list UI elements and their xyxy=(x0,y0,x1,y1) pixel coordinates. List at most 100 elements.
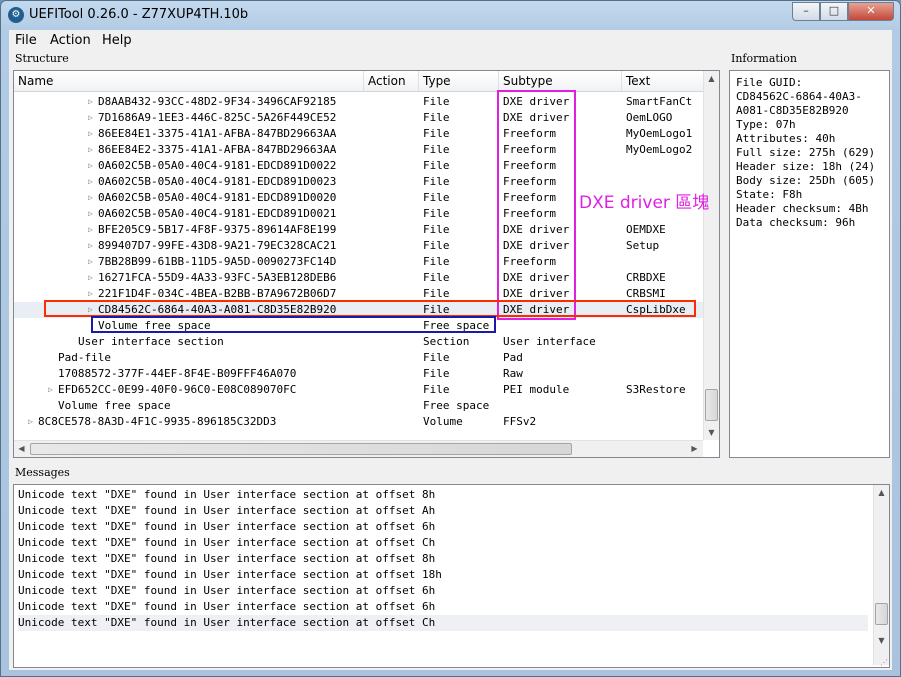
tree-cell-name: User interface section xyxy=(78,335,224,348)
info-line: Header size: 18h (24) xyxy=(736,160,876,173)
expand-arrow-icon[interactable]: ▷ xyxy=(88,142,93,158)
message-line[interactable]: Unicode text "DXE" found in User interfa… xyxy=(18,599,435,615)
column-header-type[interactable]: Type xyxy=(419,71,499,91)
tree-vertical-scrollbar[interactable]: ▲ ▼ xyxy=(703,71,719,440)
tree-cell-type: File xyxy=(423,223,450,236)
minimize-button[interactable]: – xyxy=(792,2,820,21)
scroll-down-arrow-icon[interactable]: ▼ xyxy=(704,425,719,440)
tree-row[interactable]: ▷ 7D1686A9-1EE3-446C-825C-5A26F449CE52 Fil… xyxy=(14,110,703,126)
title-bar[interactable]: ⚙ UEFITool 0.26.0 - Z77XUP4TH.10b – □ ✕ xyxy=(1,1,900,29)
message-line[interactable]: Unicode text "DXE" found in User interfa… xyxy=(18,567,442,583)
message-line[interactable]: Unicode text "DXE" found in User interfa… xyxy=(18,503,435,519)
tree-cell-text: MyOemLogo1 xyxy=(626,127,693,140)
scroll-up-arrow-icon[interactable]: ▲ xyxy=(704,71,719,86)
tree-cell-name: 7BB28B99-61BB-11D5-9A5D-0090273FC14D xyxy=(98,255,337,268)
tree-row[interactable]: Pad-file File Pad xyxy=(14,350,703,366)
menu-action[interactable]: Action xyxy=(50,33,91,48)
tree-row[interactable]: 17088572-377F-44EF-8F4E-B09FFF46A070 File… xyxy=(14,366,703,382)
column-header-subtype[interactable]: Subtype xyxy=(499,71,622,91)
expand-arrow-icon[interactable]: ▷ xyxy=(88,222,93,238)
scroll-left-arrow-icon[interactable]: ◀ xyxy=(14,441,29,456)
tree-cell-type: Free space xyxy=(423,399,490,412)
tree-horizontal-scrollbar[interactable]: ◀ ▶ xyxy=(14,440,703,457)
tree-row[interactable]: ▷ 899407D7-99FE-43D8-9A21-79EC328CAC21 Fil… xyxy=(14,238,703,254)
tree-scroll-thumb[interactable] xyxy=(705,389,718,421)
tree-row[interactable]: ▷ 7BB28B99-61BB-11D5-9A5D-0090273FC14D Fil… xyxy=(14,254,703,270)
tree-row[interactable]: ▷ EFD652CC-0E99-40F0-96C0-E08C089070FC Fil… xyxy=(14,382,703,398)
expand-arrow-icon[interactable]: ▷ xyxy=(88,94,93,110)
messages-vertical-scrollbar[interactable]: ▲ ▼ xyxy=(873,485,889,665)
expand-arrow-icon[interactable]: ▷ xyxy=(88,238,93,254)
expand-arrow-icon[interactable]: ▷ xyxy=(88,110,93,126)
column-header-action[interactable]: Action xyxy=(364,71,419,91)
tree-cell-type: File xyxy=(423,175,450,188)
close-button[interactable]: ✕ xyxy=(848,2,894,21)
tree-rows: ▷ D8AAB432-93CC-48D2-9F34-3496CAF92185 Fil… xyxy=(14,94,703,438)
menu-help[interactable]: Help xyxy=(102,33,132,48)
tree-row[interactable]: ▷ 0A602C5B-05A0-40C4-9181-EDCD891D0022 Fil… xyxy=(14,158,703,174)
tree-cell-name: 0A602C5B-05A0-40C4-9181-EDCD891D0022 xyxy=(98,159,337,172)
expand-arrow-icon[interactable]: ▷ xyxy=(88,270,93,286)
tree-cell-type: File xyxy=(423,95,450,108)
tree-cell-type: File xyxy=(423,207,450,220)
tree-cell-type: File xyxy=(423,111,450,124)
info-line: State: F8h xyxy=(736,188,803,201)
messages-scroll-thumb[interactable] xyxy=(875,603,888,625)
message-line[interactable]: Unicode text "DXE" found in User interfa… xyxy=(18,535,435,551)
tree-row[interactable]: ▷ 8C8CE578-8A3D-4F1C-9935-896185C32DD3 Vol… xyxy=(14,414,703,430)
messages-list[interactable]: ▲ ▼ Unicode text "DXE" found in User int… xyxy=(13,484,890,668)
message-line[interactable]: Unicode text "DXE" found in User interfa… xyxy=(18,519,435,535)
tree-cell-subtype: PEI module xyxy=(503,383,570,396)
structure-tree[interactable]: Name Action Type Subtype Text ▷ D8AAB432-… xyxy=(13,70,720,458)
dxe-driver-highlight-box xyxy=(497,90,576,320)
info-line: Header checksum: 4Bh xyxy=(736,202,869,215)
tree-row[interactable]: Volume free space Free space xyxy=(14,398,703,414)
message-line[interactable]: Unicode text "DXE" found in User interfa… xyxy=(18,487,435,503)
expand-arrow-icon[interactable]: ▷ xyxy=(88,190,93,206)
tree-hscroll-thumb[interactable] xyxy=(30,443,572,455)
tree-cell-subtype: FFSv2 xyxy=(503,415,537,428)
menu-file[interactable]: File xyxy=(15,33,37,48)
expand-arrow-icon[interactable]: ▷ xyxy=(28,414,33,430)
tree-cell-type: File xyxy=(423,191,450,204)
info-line: Body size: 25Dh (605) xyxy=(736,174,876,187)
tree-cell-text: SmartFanCt xyxy=(626,95,693,108)
resize-grip-icon[interactable]: ⋰ xyxy=(880,658,890,668)
tree-cell-name: 86EE84E2-3375-41A1-AFBA-847BD29663AA xyxy=(98,143,337,156)
tree-row[interactable]: ▷ 86EE84E2-3375-41A1-AFBA-847BD29663AA Fil… xyxy=(14,142,703,158)
tree-cell-name: 17088572-377F-44EF-8F4E-B09FFF46A070 xyxy=(58,367,297,380)
tree-cell-type: File xyxy=(423,367,450,380)
tree-cell-name: Pad-file xyxy=(58,351,111,364)
maximize-button[interactable]: □ xyxy=(820,2,848,21)
expand-arrow-icon[interactable]: ▷ xyxy=(88,126,93,142)
tree-row[interactable]: ▷ 16271FCA-55D9-4A33-93FC-5A3EB128DEB6 Fil… xyxy=(14,270,703,286)
tree-row[interactable]: User interface section Section User interf… xyxy=(14,334,703,350)
window-title: UEFITool 0.26.0 - Z77XUP4TH.10b xyxy=(29,7,249,22)
message-line[interactable]: Unicode text "DXE" found in User interfa… xyxy=(18,551,435,567)
message-line[interactable]: Unicode text "DXE" found in User interfa… xyxy=(18,615,868,631)
expand-arrow-icon[interactable]: ▷ xyxy=(88,254,93,270)
messages-scroll-down-icon[interactable]: ▼ xyxy=(874,633,889,648)
tree-row[interactable]: ▷ D8AAB432-93CC-48D2-9F34-3496CAF92185 Fil… xyxy=(14,94,703,110)
column-header-name[interactable]: Name xyxy=(14,71,364,91)
tree-cell-name: BFE205C9-5B17-4F8F-9375-89614AF8E199 xyxy=(98,223,337,236)
tree-cell-name: 7D1686A9-1EE3-446C-825C-5A26F449CE52 xyxy=(98,111,337,124)
column-header-text[interactable]: Text xyxy=(622,71,703,91)
expand-arrow-icon[interactable]: ▷ xyxy=(88,174,93,190)
tree-cell-type: File xyxy=(423,271,450,284)
info-line: File GUID: xyxy=(736,76,803,89)
information-panel[interactable]: File GUID: CD84562C-6864-40A3- A081-C8D35E… xyxy=(729,70,890,458)
info-line: Data checksum: 96h xyxy=(736,216,856,229)
tree-cell-type: File xyxy=(423,159,450,172)
tree-cell-text: OemLOGO xyxy=(626,111,673,124)
expand-arrow-icon[interactable]: ▷ xyxy=(88,158,93,174)
tree-row[interactable]: ▷ BFE205C9-5B17-4F8F-9375-89614AF8E199 Fil… xyxy=(14,222,703,238)
expand-arrow-icon[interactable]: ▷ xyxy=(88,206,93,222)
scroll-right-arrow-icon[interactable]: ▶ xyxy=(687,441,702,456)
tree-cell-name: 86EE84E1-3375-41A1-AFBA-847BD29663AA xyxy=(98,127,337,140)
info-line: CD84562C-6864-40A3- xyxy=(736,90,862,103)
message-line[interactable]: Unicode text "DXE" found in User interfa… xyxy=(18,583,435,599)
messages-scroll-up-icon[interactable]: ▲ xyxy=(874,485,889,500)
expand-arrow-icon[interactable]: ▷ xyxy=(48,382,53,398)
tree-row[interactable]: ▷ 86EE84E1-3375-41A1-AFBA-847BD29663AA Fil… xyxy=(14,126,703,142)
